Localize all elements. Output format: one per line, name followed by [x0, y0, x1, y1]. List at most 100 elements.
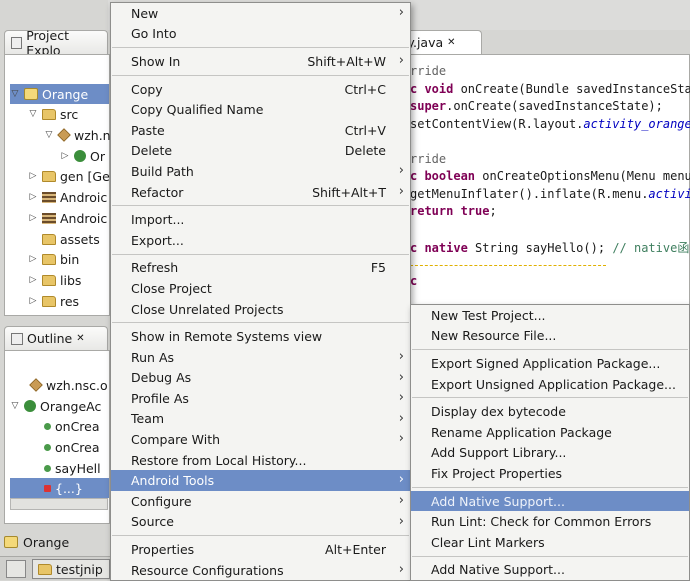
menu-item-team[interactable]: Team ›	[111, 409, 410, 430]
menu-item-run-as[interactable]: Run As ›	[111, 347, 410, 368]
expand-toggle-icon[interactable]: ▷	[28, 296, 38, 306]
tab-project-explorer[interactable]: Project Explo	[4, 28, 108, 58]
expand-toggle-icon[interactable]: ▷	[28, 213, 38, 223]
menu-item-delete[interactable]: Delete Delete	[111, 141, 410, 162]
close-icon[interactable]: ✕	[447, 37, 455, 48]
menu-separator	[412, 555, 688, 557]
tree-item-label: Or	[90, 148, 105, 164]
code-token: getMenuInflater().inflate(R.menu.	[410, 186, 649, 201]
expand-toggle-icon[interactable]: ▽	[10, 401, 20, 411]
menu-item-go-into[interactable]: Go Into	[111, 24, 410, 45]
tree-item[interactable]: ▷ gen [Ge	[28, 166, 110, 186]
menu-item-label: Rename Application Package	[431, 424, 612, 440]
menu-item-close-unrelated-projects[interactable]: Close Unrelated Projects	[111, 299, 410, 320]
menu-item-profile-as[interactable]: Profile As ›	[111, 388, 410, 409]
expand-toggle-icon[interactable]: ▷	[28, 275, 38, 285]
expand-toggle-icon[interactable]: ▷	[28, 192, 38, 202]
tree-item[interactable]: ▷ Androic	[28, 187, 108, 207]
tree-node-icon	[42, 191, 56, 203]
tree-item[interactable]: ▷ Or	[60, 146, 105, 166]
close-icon[interactable]: ✕	[76, 333, 84, 344]
menu-item-new[interactable]: New ›	[111, 3, 410, 24]
submenu-item-add-native-support[interactable]: Add Native Support...	[411, 490, 689, 512]
menu-item-source[interactable]: Source ›	[111, 512, 410, 533]
submenu-item-rename-application-package[interactable]: Rename Application Package	[411, 422, 689, 443]
menu-item-debug-as[interactable]: Debug As ›	[111, 368, 410, 389]
code-token: .onCreate(savedInstanceState);	[446, 99, 663, 113]
outline-item[interactable]: onCrea	[44, 437, 100, 457]
submenu-item-display-dex-bytecode[interactable]: Display dex bytecode	[411, 401, 689, 422]
menu-separator	[112, 74, 409, 76]
chevron-right-icon: ›	[398, 369, 404, 385]
menu-item-label: Refactor	[131, 184, 184, 200]
menu-item-properties[interactable]: Properties Alt+Enter	[111, 539, 410, 560]
submenu-item-new-test-project[interactable]: New Test Project...	[411, 305, 689, 326]
outline-item[interactable]: {...}	[10, 478, 109, 498]
outline-item[interactable]: wzh.nsc.o	[29, 375, 108, 395]
menu-item-show-in[interactable]: Show In Shift+Alt+W ›	[111, 51, 410, 72]
taskbar-show-desktop-button[interactable]	[6, 560, 26, 578]
submenu-item-fix-project-properties[interactable]: Fix Project Properties	[411, 463, 689, 484]
menu-item-configure[interactable]: Configure ›	[111, 491, 410, 512]
outline-item[interactable]: onCrea	[44, 416, 100, 436]
tree-item-label: wzh.n	[74, 127, 111, 143]
tree-node-icon	[42, 212, 56, 224]
menu-item-label: Debug As	[131, 370, 192, 386]
outline-horizontal-scrollbar[interactable]	[10, 498, 108, 510]
menu-item-paste[interactable]: Paste Ctrl+V	[111, 120, 410, 141]
tree-item[interactable]: ▷ res	[28, 291, 80, 311]
menu-item-label: Properties	[131, 542, 195, 558]
tab-outline[interactable]: Outline ✕	[4, 326, 108, 350]
tree-item[interactable]: ▷ libs	[28, 270, 82, 290]
expand-toggle-icon[interactable]: ▽	[28, 109, 38, 119]
code-token: ;	[489, 204, 497, 218]
expand-toggle-icon[interactable]: ▽	[10, 89, 20, 99]
tree-item[interactable]: ▷ bin	[28, 249, 80, 269]
outline-item[interactable]: sayHell	[44, 458, 101, 478]
code-token: c	[410, 274, 418, 288]
menu-item-close-project[interactable]: Close Project	[111, 278, 410, 299]
expand-toggle-icon[interactable]: ▷	[60, 151, 70, 161]
menu-item-show-in-remote-systems-view[interactable]: Show in Remote Systems view	[111, 326, 410, 347]
submenu-item-export-signed-application-package[interactable]: Export Signed Application Package...	[411, 353, 689, 374]
menu-item-label: Source	[131, 514, 174, 530]
menu-item-refresh[interactable]: Refresh F5	[111, 258, 410, 279]
taskbar-item[interactable]: testjnip	[32, 559, 110, 579]
menu-item-label: Compare With	[131, 432, 221, 448]
submenu-item-new-resource-file[interactable]: New Resource File...	[411, 326, 689, 347]
menu-item-copy[interactable]: Copy Ctrl+C	[111, 79, 410, 100]
code-token: boolean	[424, 169, 476, 183]
menu-item-resource-configurations[interactable]: Resource Configurations ›	[111, 560, 410, 581]
outline-item[interactable]: ▽ OrangeAc	[10, 396, 102, 416]
chevron-right-icon: ›	[398, 410, 404, 426]
tree-item[interactable]: ▽ wzh.n	[44, 125, 111, 145]
menu-item-build-path[interactable]: Build Path ›	[111, 161, 410, 182]
menu-item-compare-with[interactable]: Compare With ›	[111, 429, 410, 450]
chevron-right-icon: ›	[398, 390, 404, 406]
menu-item-android-tools[interactable]: Android Tools ›	[111, 470, 410, 492]
tree-item[interactable]: ▽ Orange	[10, 84, 109, 104]
expand-toggle-icon[interactable]: ▷	[28, 171, 38, 181]
menu-item-export[interactable]: Export...	[111, 230, 410, 251]
tree-item[interactable]: ▷ Androic	[28, 208, 108, 228]
submenu-item-run-lint-check-for-common-errors[interactable]: Run Lint: Check for Common Errors	[411, 511, 689, 532]
menu-item-import[interactable]: Import...	[111, 209, 410, 230]
menu-item-restore-from-local-history[interactable]: Restore from Local History...	[111, 450, 410, 471]
menu-item-accelerator: Shift+Alt+T	[312, 184, 386, 200]
expand-toggle-icon[interactable]: ▷	[28, 254, 38, 264]
menu-item-copy-qualified-name[interactable]: Copy Qualified Name	[111, 99, 410, 120]
tree-item-label: src	[60, 106, 79, 122]
tree-item[interactable]: assets	[28, 229, 100, 249]
tree-item[interactable]: ▽ src	[28, 104, 79, 124]
menu-item-label: Import...	[131, 212, 185, 228]
submenu-item-clear-lint-markers[interactable]: Clear Lint Markers	[411, 532, 689, 553]
menu-item-label: Run Lint: Check for Common Errors	[431, 514, 652, 530]
outline-item-label: {...}	[55, 480, 83, 496]
submenu-item-add-native-support[interactable]: Add Native Support...	[411, 560, 689, 581]
expand-toggle-icon[interactable]: ▽	[44, 130, 54, 140]
code-line: c boolean onCreateOptionsMenu(Menu menu	[410, 169, 690, 186]
menu-item-refactor[interactable]: Refactor Shift+Alt+T ›	[111, 182, 410, 203]
menu-item-label: Close Project	[131, 280, 212, 296]
submenu-item-add-support-library[interactable]: Add Support Library...	[411, 443, 689, 464]
submenu-item-export-unsigned-application-package[interactable]: Export Unsigned Application Package...	[411, 374, 689, 395]
